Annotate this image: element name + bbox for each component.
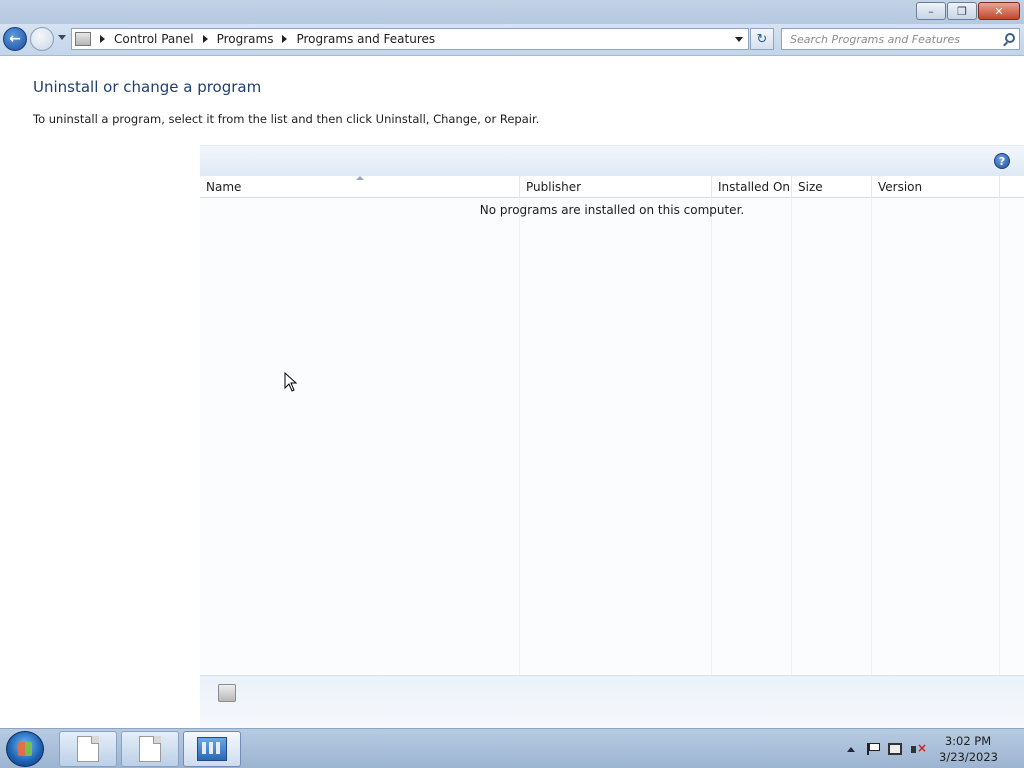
address-bar[interactable]: Control Panel Programs Programs and Feat… — [71, 28, 749, 50]
navigation-bar: ← Control Panel Programs Programs and Fe… — [0, 24, 1024, 56]
window-controls: – ❐ ✕ — [916, 2, 1020, 20]
refresh-icon: ↻ — [756, 31, 768, 47]
program-list[interactable]: No programs are installed on this comput… — [200, 198, 1024, 675]
column-label: Name — [206, 180, 242, 194]
page-title: Uninstall or change a program — [33, 78, 262, 96]
start-button[interactable] — [6, 731, 44, 767]
column-header-installed-on[interactable]: Installed On — [712, 176, 792, 198]
column-label: Version — [878, 180, 923, 194]
refresh-button[interactable]: ↻ — [750, 28, 774, 50]
column-header-name[interactable]: Name — [200, 176, 520, 198]
document-icon — [77, 736, 99, 762]
volume-muted-icon[interactable] — [911, 741, 927, 756]
back-arrow-icon: ← — [9, 31, 21, 47]
column-header-size[interactable]: Size — [792, 176, 872, 198]
forward-button[interactable] — [30, 27, 54, 51]
page-description: To uninstall a program, select it from t… — [33, 112, 540, 126]
system-tray: 3:02 PM 3/23/2023 — [842, 729, 1024, 768]
column-divider — [871, 198, 872, 675]
breadcrumb-control-panel[interactable]: Control Panel — [91, 29, 194, 49]
search-icon[interactable] — [1005, 33, 1015, 43]
document-icon — [139, 736, 161, 762]
show-hidden-icons-button[interactable] — [847, 746, 855, 752]
empty-list-message: No programs are installed on this comput… — [479, 203, 745, 217]
breadcrumb-separator-icon[interactable] — [282, 35, 288, 43]
taskbar: 3:02 PM 3/23/2023 — [0, 728, 1024, 768]
breadcrumb-separator-icon[interactable] — [202, 35, 208, 43]
help-icon[interactable]: ? — [994, 153, 1010, 169]
breadcrumb-programs[interactable]: Programs — [194, 29, 274, 49]
clock[interactable]: 3:02 PM 3/23/2023 — [939, 733, 998, 765]
programs-icon — [218, 684, 236, 702]
breadcrumb-label[interactable]: Programs and Features — [296, 32, 435, 46]
column-label: Size — [798, 180, 823, 194]
recent-pages-dropdown[interactable] — [58, 35, 66, 40]
clock-date: 3/23/2023 — [939, 750, 998, 764]
column-divider — [519, 198, 520, 675]
column-header-publisher[interactable]: Publisher — [520, 176, 712, 198]
minimize-button[interactable]: – — [916, 2, 946, 20]
list-column-headers: Name Publisher Installed On Size Version — [200, 176, 1024, 198]
network-icon[interactable] — [888, 743, 902, 755]
flag-icon[interactable] — [867, 743, 880, 755]
details-pane — [200, 675, 1024, 728]
close-button[interactable]: ✕ — [978, 2, 1020, 20]
column-label: Installed On — [718, 180, 790, 194]
column-divider — [791, 198, 792, 675]
breadcrumb-separator-icon[interactable] — [100, 35, 105, 43]
window-titlebar: – ❐ ✕ — [0, 0, 1024, 24]
search-input[interactable] — [782, 29, 992, 49]
column-header-version[interactable]: Version — [872, 176, 1000, 198]
control-panel-icon — [75, 32, 91, 46]
breadcrumb-label[interactable]: Programs — [217, 32, 274, 46]
column-divider — [999, 198, 1000, 675]
breadcrumb-label[interactable]: Control Panel — [114, 32, 194, 46]
list-toolbar: ? — [200, 145, 1024, 176]
sort-ascending-icon — [356, 176, 364, 180]
address-history-dropdown[interactable] — [730, 29, 748, 49]
breadcrumb-programs-and-features[interactable]: Programs and Features — [273, 29, 435, 49]
search-box[interactable] — [781, 28, 1020, 50]
control-panel-taskbar-icon — [197, 737, 227, 761]
mouse-cursor-icon — [284, 371, 298, 395]
clock-time: 3:02 PM — [944, 734, 992, 748]
back-button[interactable]: ← — [3, 27, 27, 51]
maximize-button[interactable]: ❐ — [947, 2, 977, 20]
column-label: Publisher — [526, 180, 582, 194]
taskbar-button-document-2[interactable] — [121, 731, 179, 767]
column-divider — [711, 198, 712, 675]
taskbar-button-document-1[interactable] — [59, 731, 117, 767]
taskbar-button-control-panel[interactable] — [183, 731, 241, 767]
